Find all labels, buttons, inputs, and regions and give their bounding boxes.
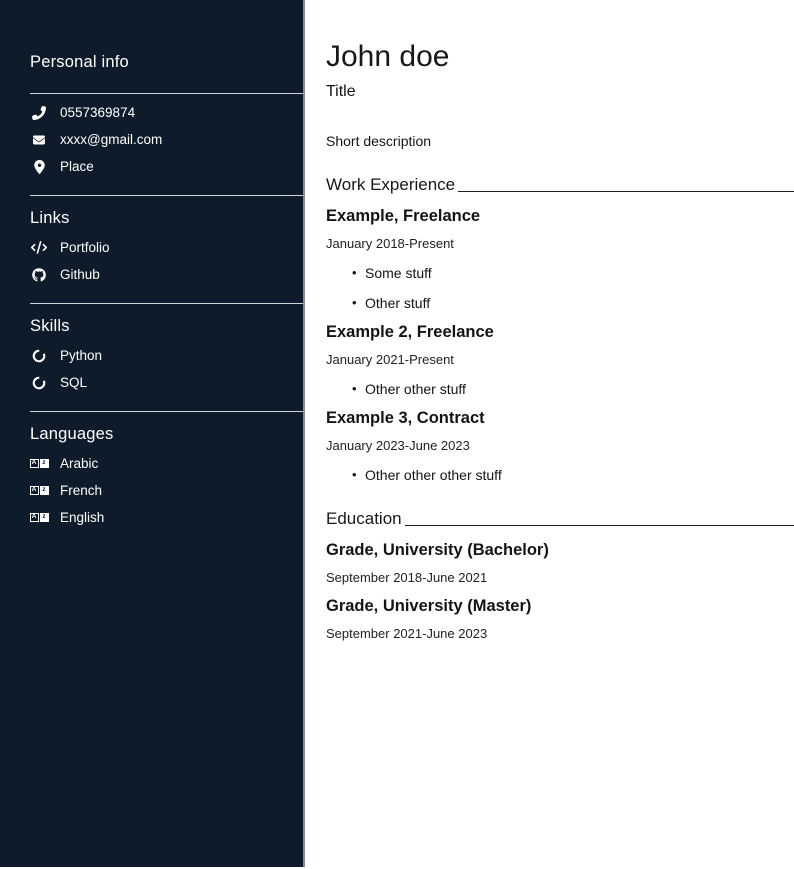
sidebar-divider bbox=[30, 93, 303, 94]
section-heading-label: Work Experience bbox=[326, 174, 455, 196]
language-icon: Az bbox=[30, 510, 48, 525]
work-entry-title: Example 3, Contract bbox=[326, 408, 794, 429]
language-label: English bbox=[60, 509, 104, 526]
person-name: John doe bbox=[326, 40, 794, 74]
language-item: Az Arabic bbox=[30, 455, 303, 472]
skill-label: SQL bbox=[60, 374, 87, 391]
phone-number: 0557369874 bbox=[60, 104, 135, 121]
sidebar: Personal info 0557369874 xxxx@gmail.com … bbox=[0, 0, 305, 867]
contact-row-place: Place bbox=[30, 158, 303, 175]
skill-item: SQL bbox=[30, 374, 303, 391]
education-entry-title: Grade, University (Bachelor) bbox=[326, 540, 794, 561]
language-label: French bbox=[60, 482, 102, 499]
github-link-label: Github bbox=[60, 266, 100, 283]
link-item-github[interactable]: Github bbox=[30, 266, 303, 283]
sidebar-section-title-skills: Skills bbox=[30, 316, 303, 337]
work-entry-title: Example 2, Freelance bbox=[326, 322, 794, 343]
portfolio-link-label: Portfolio bbox=[60, 239, 110, 256]
github-icon bbox=[30, 267, 48, 282]
language-icon: Az bbox=[30, 456, 48, 471]
place-label: Place bbox=[60, 158, 94, 175]
section-heading-rule bbox=[405, 525, 794, 526]
section-heading-education: Education bbox=[326, 508, 794, 530]
link-item-portfolio[interactable]: Portfolio bbox=[30, 239, 303, 256]
language-label: Arabic bbox=[60, 455, 98, 472]
circle-notch-icon bbox=[30, 348, 48, 363]
section-heading-label: Education bbox=[326, 508, 402, 530]
work-entry-date: January 2018-Present bbox=[326, 235, 794, 252]
education-entry-title: Grade, University (Master) bbox=[326, 596, 794, 617]
person-title: Title bbox=[326, 82, 794, 102]
work-entry-bullets: Some stuff Other stuff bbox=[326, 264, 794, 312]
sidebar-section-title-personal-info: Personal info bbox=[30, 52, 303, 73]
sidebar-section-title-links: Links bbox=[30, 208, 303, 229]
bullet-item: Some stuff bbox=[352, 264, 794, 282]
bullet-item: Other other other stuff bbox=[352, 466, 794, 484]
email-address: xxxx@gmail.com bbox=[60, 131, 162, 148]
personal-info-list: 0557369874 xxxx@gmail.com Place bbox=[30, 104, 303, 175]
language-icon: Az bbox=[30, 483, 48, 498]
section-heading-work-experience: Work Experience bbox=[326, 174, 794, 196]
work-entry-date: January 2023-June 2023 bbox=[326, 437, 794, 454]
sidebar-divider bbox=[30, 303, 303, 304]
education-entry-date: September 2021-June 2023 bbox=[326, 625, 794, 642]
phone-icon bbox=[30, 105, 48, 120]
links-list: Portfolio Github bbox=[30, 239, 303, 283]
skills-list: Python SQL bbox=[30, 347, 303, 391]
code-icon bbox=[30, 240, 48, 255]
contact-row-email: xxxx@gmail.com bbox=[30, 131, 303, 148]
work-entry-bullets: Other other stuff bbox=[326, 380, 794, 398]
sidebar-divider bbox=[30, 195, 303, 196]
bullet-item: Other stuff bbox=[352, 294, 794, 312]
sidebar-section-title-languages: Languages bbox=[30, 424, 303, 445]
envelope-icon bbox=[30, 132, 48, 147]
circle-notch-icon bbox=[30, 375, 48, 390]
language-item: Az French bbox=[30, 482, 303, 499]
language-item: Az English bbox=[30, 509, 303, 526]
work-entry-title: Example, Freelance bbox=[326, 206, 794, 227]
skill-label: Python bbox=[60, 347, 102, 364]
sidebar-divider bbox=[30, 411, 303, 412]
section-heading-rule bbox=[458, 191, 794, 192]
summary-text: Short description bbox=[326, 132, 794, 150]
map-pin-icon bbox=[30, 159, 48, 174]
work-entry-bullets: Other other other stuff bbox=[326, 466, 794, 484]
resume-main: John doe Title Short description Work Ex… bbox=[305, 0, 794, 869]
bullet-item: Other other stuff bbox=[352, 380, 794, 398]
work-entry-date: January 2021-Present bbox=[326, 351, 794, 368]
education-entry-date: September 2018-June 2021 bbox=[326, 569, 794, 586]
skill-item: Python bbox=[30, 347, 303, 364]
contact-row-phone: 0557369874 bbox=[30, 104, 303, 121]
languages-list: Az Arabic Az French Az English bbox=[30, 455, 303, 526]
